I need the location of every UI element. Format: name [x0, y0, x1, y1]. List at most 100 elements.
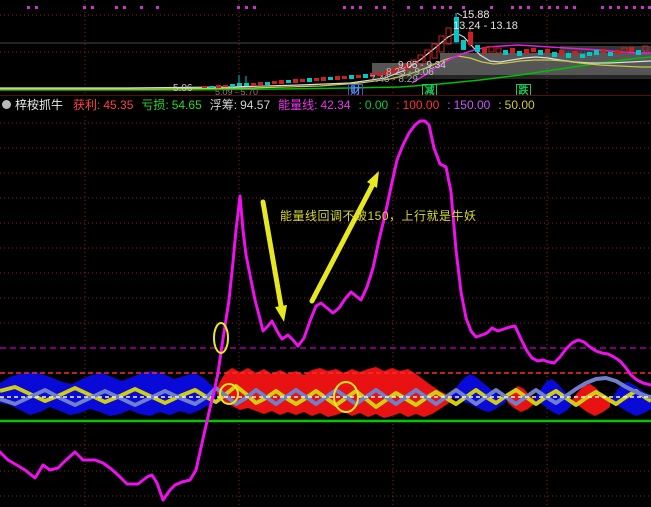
signal-dot [253, 6, 256, 9]
pullback-arrow-down-head [275, 305, 287, 322]
indicator-field-value: 94.57 [240, 98, 271, 112]
signal-dot [625, 6, 628, 9]
indicator-field: :0.00 [359, 98, 389, 112]
indicator-title[interactable]: 梓桉抓牛 [15, 96, 63, 113]
candle-cyan [594, 50, 599, 55]
signal-dot [573, 6, 576, 9]
indicator-field-value: 45.35 [103, 98, 134, 112]
annotation-text: 能量线回调不破150，上行就是牛妖 [280, 209, 477, 223]
indicator-field-label: : [498, 98, 502, 112]
signal-dot [123, 6, 126, 9]
candle-cyan [209, 86, 214, 88]
indicator-field-label: 获利: [73, 98, 101, 112]
candle-red [258, 82, 263, 85]
signal-dot [115, 6, 118, 9]
indicator-info-bar: 梓桉抓牛 获利: 45.35 亏损: 54.65 浮筹: 94.57 能量线: 42.34:0… [0, 95, 651, 113]
indicator-field: 获利: 45.35 [73, 98, 133, 112]
signal-dot [383, 6, 386, 9]
signal-dot [548, 6, 551, 9]
candle-cyan [244, 83, 249, 86]
candle-red [468, 32, 473, 45]
signal-dot [140, 6, 143, 9]
indicator-field-value: 42.34 [320, 98, 351, 112]
signal-dot [359, 6, 362, 9]
price-label: 5.06 [173, 83, 193, 94]
candle-red [279, 80, 284, 84]
indicator-field-value: 54.65 [171, 98, 202, 112]
chart-canvas[interactable] [0, 0, 651, 507]
candle-cyan [636, 50, 641, 55]
candle-red [573, 51, 578, 55]
signal-dot [511, 6, 514, 9]
candle-red [321, 77, 326, 81]
candle-red [545, 49, 550, 53]
indicator-field: :100.00 [396, 98, 439, 112]
candle-red-hollow [431, 43, 438, 59]
signal-dot [633, 6, 636, 9]
signal-dot [237, 6, 240, 9]
indicator-field-value: 150.00 [453, 98, 491, 112]
indicator-field-label: 能量线: [278, 98, 318, 112]
candle-red [510, 48, 515, 53]
candle-cyan [328, 77, 333, 80]
candle-red [314, 78, 319, 81]
candle-cyan [286, 80, 291, 83]
price-label: 7.46 - 8.29 [370, 74, 418, 85]
signal-dot [527, 6, 530, 9]
candle-red [300, 79, 305, 82]
candle-cyan [265, 82, 270, 85]
indicator-field-label: : [447, 98, 451, 112]
rally-arrow-up [309, 181, 376, 304]
candle-red [615, 50, 620, 54]
candle-red [629, 47, 634, 52]
signal-dot [375, 6, 378, 9]
candle-cyan [461, 40, 466, 50]
indicator-field: 亏损: 54.65 [141, 98, 201, 112]
candle-red [293, 79, 298, 83]
indicator-field-value: 50.00 [504, 98, 535, 112]
signal-dot [245, 6, 248, 9]
signal-dot [433, 6, 436, 9]
candle-red [524, 49, 529, 54]
candle-red-hollow [488, 46, 495, 53]
indicator-field-label: 亏损: [141, 98, 169, 112]
candle-cyan [566, 53, 571, 58]
trading-app-window: 梓桉抓牛 获利: 45.35 亏损: 54.65 浮筹: 94.57 能量线: 42.34:0… [0, 0, 651, 507]
speaker-dot-icon [2, 100, 11, 109]
signal-dot [617, 6, 620, 9]
candle-red [342, 76, 347, 79]
candle-red [272, 81, 277, 84]
signal-dot [519, 6, 522, 9]
candle-cyan [349, 75, 354, 79]
signal-dot [343, 6, 346, 9]
signal-dot [556, 6, 559, 9]
indicator-field: 浮筹: 94.57 [210, 98, 270, 112]
indicator-field-value: 0.00 [364, 98, 389, 112]
indicator-values: 获利: 45.35 亏损: 54.65 浮筹: 94.57 能量线: 42.34:0.00:1… [73, 96, 543, 113]
signal-dot [407, 6, 410, 9]
candle-cyan [538, 50, 543, 55]
candle-cyan [552, 52, 557, 57]
candle-cyan [608, 52, 613, 56]
signal-dot [441, 6, 444, 9]
indicator-field: :150.00 [447, 98, 490, 112]
indicator-field: 能量线: 42.34 [278, 98, 350, 112]
energy-line [0, 119, 651, 502]
candle-red [601, 49, 606, 53]
indicator-field: :50.00 [498, 98, 534, 112]
candle-red [335, 76, 340, 80]
price-label: 13.24 - 13.18 [453, 20, 518, 32]
candle-red [251, 83, 256, 86]
candle-cyan [363, 74, 368, 78]
candle-cyan [475, 45, 480, 52]
candle-red [559, 50, 564, 55]
signal-dot [83, 6, 86, 9]
candle-red [202, 86, 207, 88]
rally-arrow-up-head [367, 171, 379, 188]
candle-red [531, 48, 536, 52]
candle-cyan [580, 54, 585, 58]
signal-dot [351, 6, 354, 9]
pullback-arrow-down [260, 199, 284, 309]
signal-dot [641, 6, 644, 9]
candle-cyan [587, 52, 592, 56]
